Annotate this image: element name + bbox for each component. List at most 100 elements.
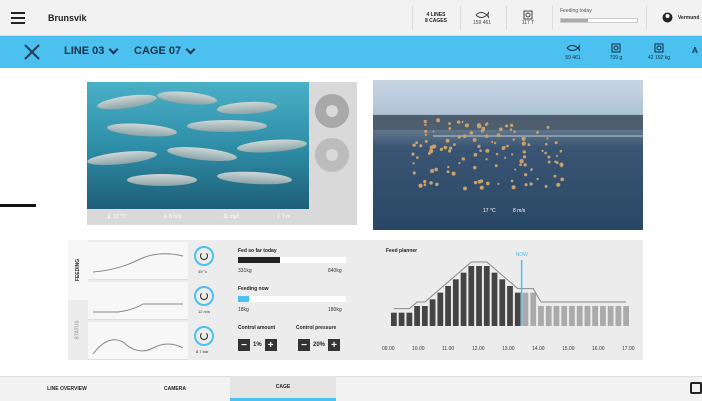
feed-pellet <box>477 144 481 149</box>
feed-pellet <box>424 139 428 143</box>
tab-status[interactable]: STATUS <box>68 300 88 360</box>
feeding-now-value: 18kg <box>238 307 249 313</box>
feed-pellet <box>439 147 444 152</box>
feed-pellet <box>509 128 513 131</box>
exit-icon[interactable] <box>690 382 702 394</box>
fish-count-value: 159 461 <box>472 20 492 26</box>
feed-pellet <box>412 162 415 165</box>
lines-cages-stat: 4 LINES 8 CAGES <box>418 0 454 36</box>
temperature-readout: 🌡 12 °C <box>105 214 126 220</box>
control-pressure-decrease-button[interactable]: − <box>298 339 310 351</box>
feeding-now-label: Feeding now <box>238 286 269 292</box>
feed-pellet <box>498 127 503 132</box>
menu-icon[interactable] <box>0 0 36 36</box>
feed-pellet <box>486 181 490 186</box>
user-menu[interactable]: Vermund <box>662 12 699 23</box>
feed-pellet <box>451 171 456 176</box>
feed-pellet <box>446 170 450 174</box>
feed-pellet <box>560 164 563 168</box>
camera-joystick-icon[interactable] <box>315 94 349 128</box>
planner-bar <box>445 286 451 326</box>
fish-shape <box>156 89 218 107</box>
planner-bar <box>615 306 622 326</box>
tab-line-overview[interactable]: LINE OVERVIEW <box>14 376 120 401</box>
temperature-value: 12 °C <box>113 214 126 220</box>
nav-biomass: 42 192 kg <box>642 36 676 68</box>
feed-pellet <box>419 144 423 148</box>
feed-pellet <box>555 154 558 158</box>
feed-pellet <box>480 129 484 133</box>
camera-zoom-joystick-icon[interactable] <box>315 138 349 172</box>
fish-shape <box>216 100 278 116</box>
feed-pellet <box>415 141 419 145</box>
feed-pellet <box>504 156 507 159</box>
fish-shape <box>166 144 238 164</box>
close-icon[interactable] <box>22 42 42 62</box>
feeding-now-max: 180kg <box>328 307 342 313</box>
tab-camera[interactable]: CAMERA <box>122 376 228 401</box>
planner-bar <box>576 306 583 326</box>
fed-so-far-value: 331kg <box>238 268 252 274</box>
feed-pellet <box>473 165 477 170</box>
planner-bar <box>522 292 529 326</box>
tab-cage[interactable]: CAGE <box>230 376 336 401</box>
fed-so-far-bar <box>238 257 346 263</box>
feed-pellet <box>430 168 435 174</box>
underwater-camera-image[interactable] <box>87 82 309 209</box>
feed-pellet <box>485 134 489 138</box>
feeding-now-fill <box>238 296 249 302</box>
fed-so-far-fill <box>238 257 281 263</box>
planner-bar <box>491 272 498 326</box>
feed-pellet <box>463 186 468 191</box>
planner-time-label: 13.00 <box>502 346 515 352</box>
feed-pellet <box>418 183 423 188</box>
planner-bar <box>398 312 405 326</box>
feed-pellet <box>479 149 482 153</box>
fish-shape <box>236 137 308 155</box>
control-pressure-stepper: − 20% + <box>298 339 341 351</box>
tab-feeding[interactable]: FEEDING <box>68 240 88 300</box>
planner-bar <box>553 306 560 326</box>
control-amount-decrease-button[interactable]: − <box>238 339 250 351</box>
surface-wind-value: 8 m/s <box>513 208 526 214</box>
feed-pellet <box>476 123 482 128</box>
feed-pellet <box>546 125 550 129</box>
feed-pellet <box>560 177 565 182</box>
feed-pellet <box>447 165 450 169</box>
planner-time-label: 10.00 <box>412 346 425 352</box>
feed-pellet <box>512 138 515 141</box>
feed-pellet <box>541 149 544 152</box>
control-pressure-increase-button[interactable]: + <box>328 339 341 351</box>
feed-pellet <box>559 149 563 153</box>
feed-pellet <box>519 159 524 164</box>
feed-pellet <box>519 163 522 167</box>
feed-pellet <box>523 173 528 177</box>
feed-pellet <box>536 131 539 134</box>
feed-pellet <box>527 143 531 147</box>
control-amount-increase-button[interactable]: + <box>264 339 277 351</box>
planner-bar <box>483 266 490 326</box>
feed-pellet <box>505 124 509 128</box>
cage-dropdown[interactable]: CAGE 07 <box>134 44 196 57</box>
feed-pellet <box>514 168 517 171</box>
surface-camera-image[interactable]: 17 °C 8 m/s <box>373 80 643 230</box>
planner-bar <box>600 306 606 326</box>
planner-bar <box>391 312 397 326</box>
fish-count-stat: 159 461 <box>466 0 498 36</box>
nav-biomass-value: 42 192 kg <box>648 55 670 61</box>
current-gauge-value: 12 m/s <box>198 309 211 314</box>
line-dropdown[interactable]: LINE 03 <box>64 44 119 57</box>
planner-time-label: 11.00 <box>442 346 454 352</box>
feed-pellet <box>544 151 547 155</box>
planner-bar <box>421 306 428 326</box>
planner-bar <box>437 292 444 326</box>
planner-bar <box>499 279 506 326</box>
planner-bar <box>561 306 568 326</box>
feeding-today-bar <box>560 18 638 23</box>
nav-extra[interactable]: A <box>692 46 698 55</box>
planner-bar <box>623 306 629 326</box>
planner-bar <box>584 306 591 326</box>
chevron-down-icon <box>108 44 119 54</box>
feed-pellet <box>453 143 456 147</box>
cages-count: 8 CAGES <box>425 18 447 24</box>
